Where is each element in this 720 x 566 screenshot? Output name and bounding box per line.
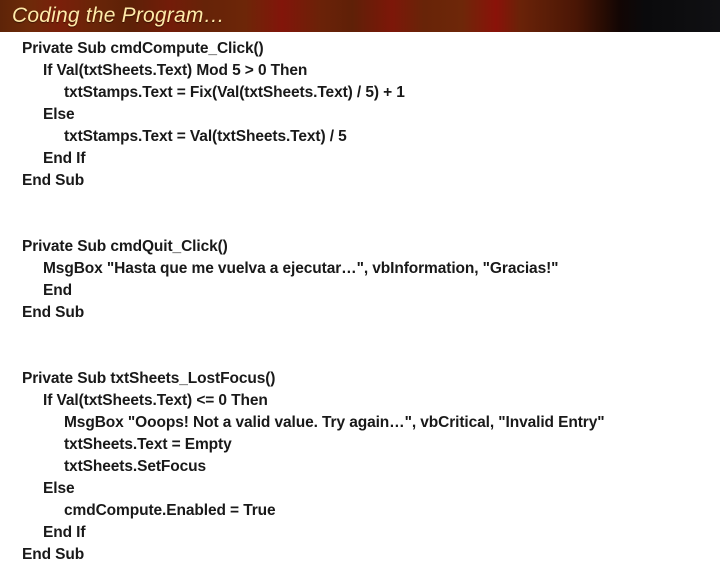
code-line: Private Sub cmdQuit_Click(): [22, 238, 228, 255]
code-line: MsgBox "Ooops! Not a valid value. Try ag…: [64, 414, 605, 431]
code-line: MsgBox "Hasta que me vuelva a ejecutar…"…: [43, 260, 559, 277]
slide-title-bar: Coding the Program…: [0, 0, 720, 32]
slide-code-body: Private Sub cmdCompute_Click() If Val(txt…: [0, 32, 720, 563]
code-line: End If: [43, 524, 86, 541]
code-line: Private Sub txtSheets_LostFocus(): [22, 370, 276, 387]
code-line: End Sub: [22, 172, 85, 189]
code-line: Else: [43, 480, 75, 497]
slide-title: Coding the Program…: [12, 4, 225, 27]
code-line: If Val(txtSheets.Text) <= 0 Then: [43, 392, 268, 409]
code-line: Else: [43, 106, 75, 123]
code-line: End If: [43, 150, 86, 167]
code-line: End Sub: [22, 304, 85, 321]
code-line: If Val(txtSheets.Text) Mod 5 > 0 Then: [43, 62, 308, 79]
code-line: txtStamps.Text = Val(txtSheets.Text) / 5: [64, 128, 347, 145]
code-line: End: [43, 282, 72, 299]
code-line: Private Sub cmdCompute_Click(): [22, 40, 264, 57]
code-line: End Sub: [22, 546, 85, 563]
code-line: txtSheets.SetFocus: [64, 458, 207, 475]
code-line: cmdCompute.Enabled = True: [64, 502, 276, 519]
code-line: txtSheets.Text = Empty: [64, 436, 232, 453]
code-line: txtStamps.Text = Fix(Val(txtSheets.Text)…: [64, 84, 405, 101]
